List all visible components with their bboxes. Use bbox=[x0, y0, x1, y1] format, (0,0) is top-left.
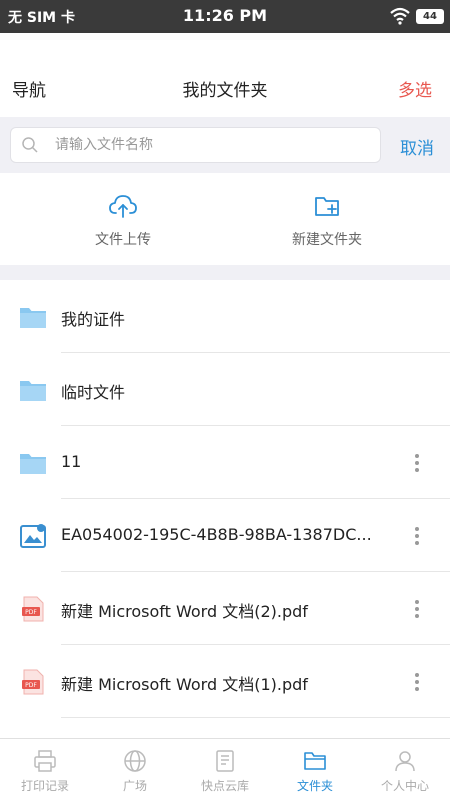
more-options-icon[interactable] bbox=[407, 448, 427, 478]
tab-label: 文件夹 bbox=[296, 779, 333, 793]
printer-icon bbox=[34, 750, 56, 772]
folder-icon bbox=[20, 381, 46, 401]
document-icon bbox=[216, 750, 234, 772]
tab-bar: 打印记录 广场 快点云库 文件夹 个人中心 bbox=[0, 738, 450, 800]
more-options-icon[interactable] bbox=[407, 667, 427, 697]
tab-profile[interactable]: 个人中心 bbox=[360, 739, 450, 800]
file-row[interactable]: PDF 新建 Microsoft Word 文档(2).pdf bbox=[0, 572, 450, 645]
person-icon bbox=[395, 751, 415, 772]
new-folder-label: 新建文件夹 bbox=[292, 232, 362, 248]
file-name: 我的证件 bbox=[61, 310, 126, 329]
cancel-button[interactable]: 取消 bbox=[400, 134, 434, 159]
image-file-icon bbox=[20, 524, 46, 548]
file-row[interactable]: PDF 新建 Microsoft Word 文档(1).pdf bbox=[0, 645, 450, 718]
multi-select-button[interactable]: 多选 bbox=[398, 76, 432, 101]
battery-icon: 44 bbox=[416, 9, 444, 24]
action-bar: 文件上传 新建文件夹 bbox=[0, 173, 450, 265]
section-divider bbox=[0, 265, 450, 280]
status-time: 11:26 PM bbox=[182, 6, 268, 25]
folder-icon bbox=[20, 308, 46, 328]
more-options-icon[interactable] bbox=[407, 521, 427, 551]
upload-button[interactable]: 文件上传 bbox=[48, 191, 198, 249]
file-name: 新建 Microsoft Word 文档(2).pdf bbox=[61, 602, 308, 621]
wifi-icon bbox=[390, 7, 410, 25]
tab-cloud-library[interactable]: 快点云库 bbox=[180, 739, 270, 800]
file-row[interactable]: 临时文件 bbox=[0, 353, 450, 426]
globe-icon bbox=[124, 750, 146, 772]
tab-label: 广场 bbox=[122, 779, 147, 793]
file-name: 新建 Microsoft Word 文档(1).pdf bbox=[61, 675, 308, 694]
search-icon bbox=[22, 137, 38, 153]
svg-text:PDF: PDF bbox=[25, 682, 37, 689]
tab-label: 打印记录 bbox=[20, 779, 69, 793]
file-row[interactable]: EA054002-195C-4B8B-98BA-1387DC... bbox=[0, 499, 450, 572]
file-list: 我的证件 临时文件 11 EA054002-195C-4B8B-98BA-138… bbox=[0, 280, 450, 738]
status-bar: 无 SIM 卡 11:26 PM 44 bbox=[0, 0, 450, 33]
search-input[interactable] bbox=[55, 134, 365, 156]
file-row[interactable]: 11 bbox=[0, 426, 450, 499]
folder-icon bbox=[20, 454, 46, 474]
file-row[interactable]: 我的证件 bbox=[0, 280, 450, 353]
svg-text:PDF: PDF bbox=[25, 609, 37, 616]
tab-label: 个人中心 bbox=[380, 779, 429, 793]
search-box[interactable] bbox=[10, 127, 381, 163]
cloud-upload-icon bbox=[109, 195, 137, 218]
tab-label: 快点云库 bbox=[200, 779, 249, 793]
page-title: 我的文件夹 bbox=[182, 81, 268, 101]
new-folder-button[interactable]: 新建文件夹 bbox=[252, 191, 402, 249]
file-name: 临时文件 bbox=[61, 383, 126, 402]
pdf-file-icon: PDF bbox=[22, 669, 44, 695]
more-options-icon[interactable] bbox=[407, 594, 427, 624]
tab-square[interactable]: 广场 bbox=[90, 739, 180, 800]
pdf-file-icon: PDF bbox=[22, 596, 44, 622]
navigation-bar: 导航 我的文件夹 多选 bbox=[0, 33, 450, 117]
file-name: 11 bbox=[61, 452, 82, 471]
add-folder-icon bbox=[315, 197, 339, 216]
search-area: 取消 bbox=[0, 117, 450, 173]
file-name: EA054002-195C-4B8B-98BA-1387DC... bbox=[61, 525, 372, 544]
upload-label: 文件上传 bbox=[95, 232, 151, 248]
folder-icon bbox=[304, 752, 326, 770]
tab-print-records[interactable]: 打印记录 bbox=[0, 739, 90, 800]
tab-folder[interactable]: 文件夹 bbox=[270, 739, 360, 800]
